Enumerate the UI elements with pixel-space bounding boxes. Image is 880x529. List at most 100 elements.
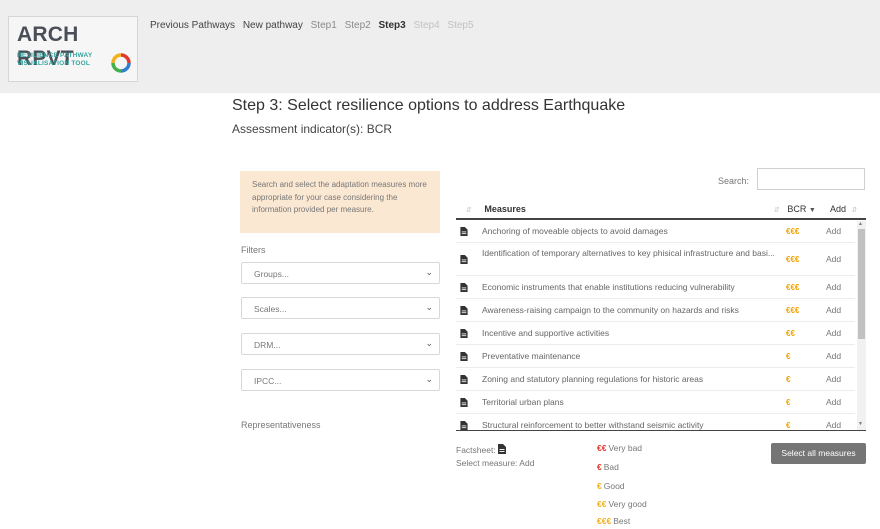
select-all-measures-button[interactable]: Select all measures <box>771 443 866 464</box>
measure-name: Incentive and supportive activities <box>482 328 610 338</box>
ipcc-select-value: IPCC... <box>254 376 282 386</box>
factsheet-icon[interactable] <box>460 352 468 361</box>
legend-very-bad: €€ Very bad <box>597 443 643 453</box>
bcr-rating: € <box>786 398 791 407</box>
add-link[interactable]: Add <box>826 351 851 361</box>
factsheet-icon[interactable] <box>460 227 468 236</box>
ipcc-select[interactable]: IPCC... ⌄ <box>241 369 440 391</box>
top-bar: ARCH RPVT RESILIENCE PATHWAY VISUALISATI… <box>0 0 880 93</box>
measure-name: Awareness-raising campaign to the commun… <box>482 305 739 315</box>
bcr-rating: €€€ <box>786 255 800 264</box>
factsheet-icon[interactable] <box>460 375 468 384</box>
add-link[interactable]: Add <box>826 305 851 315</box>
factsheet-icon[interactable] <box>460 255 468 264</box>
measure-name: Anchoring of moveable objects to avoid d… <box>482 226 668 236</box>
measure-name: Structural reinforcement to better withs… <box>482 420 704 430</box>
nav-step3[interactable]: Step3 <box>378 20 405 31</box>
nav-new-pathway[interactable]: New pathway <box>243 20 303 31</box>
nav-step2[interactable]: Step2 <box>345 20 371 31</box>
factsheet-legend: Factsheet: <box>456 444 506 455</box>
add-link[interactable]: Add <box>826 282 851 292</box>
bcr-rating: €€ <box>786 329 795 338</box>
factsheet-icon <box>497 444 506 454</box>
bcr-rating: €€€ <box>786 306 800 315</box>
measure-name: Identification of temporary alternatives… <box>482 248 775 258</box>
main-nav: Previous Pathways New pathway Step1 Step… <box>150 20 479 31</box>
factsheet-icon[interactable] <box>460 283 468 292</box>
search-input[interactable] <box>757 168 865 190</box>
measure-name: Territorial urban plans <box>482 397 564 407</box>
add-link[interactable]: Add <box>826 420 851 430</box>
measures-table-body: Anchoring of moveable objects to avoid d… <box>456 221 855 430</box>
logo-subtitle-line1: RESILIENCE PATHWAY <box>17 52 93 59</box>
nav-step5: Step5 <box>447 20 474 31</box>
logo-subtitle-line2: VISUALISATION TOOL <box>17 60 91 67</box>
sort-icon: ⇵ <box>774 207 780 214</box>
scroll-up-icon[interactable]: ▲ <box>858 221 863 227</box>
chevron-down-icon: ⌄ <box>425 338 433 348</box>
groups-select[interactable]: Groups... ⌄ <box>241 262 440 284</box>
sort-icon: ⇵ <box>466 207 472 214</box>
table-row: Anchoring of moveable objects to avoid d… <box>456 221 855 243</box>
groups-select-value: Groups... <box>254 269 289 279</box>
add-column-header[interactable]: Add ⇵ <box>830 204 857 214</box>
bcr-rating: €€€ <box>786 227 800 236</box>
euro-icon: € <box>597 462 602 472</box>
add-link[interactable]: Add <box>826 374 851 384</box>
drm-select[interactable]: DRM... ⌄ <box>241 333 440 355</box>
measure-name: Preventative maintenance <box>482 351 581 361</box>
logo-ring-icon <box>111 53 131 73</box>
measure-name: Zoning and statutory planning regulation… <box>482 374 704 384</box>
measures-column-header[interactable]: ⇵ Measures <box>466 204 526 214</box>
factsheet-icon[interactable] <box>460 329 468 338</box>
factsheet-icon[interactable] <box>460 306 468 315</box>
nav-step4: Step4 <box>413 20 440 31</box>
table-row: Preventative maintenance € Add <box>456 345 855 368</box>
table-row: Zoning and statutory planning regulation… <box>456 368 855 391</box>
select-measure-legend: Select measure: Add <box>456 458 535 468</box>
scroll-thumb[interactable] <box>858 229 865 339</box>
representativeness-label: Representativeness <box>241 420 321 430</box>
app-logo[interactable]: ARCH RPVT RESILIENCE PATHWAY VISUALISATI… <box>8 16 138 82</box>
bcr-column-header[interactable]: ⇵ BCR ▼ <box>774 204 816 214</box>
nav-previous-pathways[interactable]: Previous Pathways <box>150 20 235 31</box>
page-subtitle: Assessment indicator(s): BCR <box>232 122 393 136</box>
bcr-rating: € <box>786 352 791 361</box>
table-row: Economic instruments that enable institu… <box>456 276 855 299</box>
add-link[interactable]: Add <box>826 254 851 264</box>
bcr-rating: € <box>786 375 791 384</box>
add-link[interactable]: Add <box>826 328 851 338</box>
bcr-rating: € <box>786 421 791 430</box>
drm-select-value: DRM... <box>254 340 281 350</box>
add-link[interactable]: Add <box>826 226 851 236</box>
sort-desc-icon: ▼ <box>808 207 816 214</box>
legend-best: €€€ Best <box>597 516 631 526</box>
scroll-down-icon[interactable]: ▼ <box>858 421 863 427</box>
factsheet-icon[interactable] <box>460 398 468 407</box>
table-row: Awareness-raising campaign to the commun… <box>456 299 855 322</box>
legend-bad: € Bad <box>597 462 619 472</box>
euro-icon: €€ <box>597 499 607 509</box>
add-link[interactable]: Add <box>826 397 851 407</box>
nav-step1[interactable]: Step1 <box>311 20 337 31</box>
legend-very-good: €€ Very good <box>597 499 647 509</box>
table-row: Territorial urban plans € Add <box>456 391 855 414</box>
search-label: Search: <box>718 176 750 186</box>
table-row: Identification of temporary alternatives… <box>456 243 855 276</box>
table-row: Structural reinforcement to better withs… <box>456 414 855 430</box>
euro-icon: €€ <box>597 443 607 453</box>
page-title: Step 3: Select resilience options to add… <box>232 97 626 114</box>
euro-icon: €€€ <box>597 516 612 526</box>
scales-select[interactable]: Scales... ⌄ <box>241 297 440 319</box>
table-header: ⇵ Measures ⇵ BCR ▼ Add ⇵ <box>456 198 866 220</box>
legend-good: € Good <box>597 481 625 491</box>
info-box: Search and select the adaptation measure… <box>240 171 440 233</box>
scales-select-value: Scales... <box>254 304 287 314</box>
bcr-rating: €€€ <box>786 283 800 292</box>
measure-name: Economic instruments that enable institu… <box>482 282 735 292</box>
factsheet-icon[interactable] <box>460 421 468 430</box>
table-scrollbar[interactable]: ▲ ▼ <box>857 221 866 430</box>
table-bottom-border <box>456 430 866 431</box>
euro-icon: € <box>597 481 602 491</box>
table-row: Incentive and supportive activities €€ A… <box>456 322 855 345</box>
